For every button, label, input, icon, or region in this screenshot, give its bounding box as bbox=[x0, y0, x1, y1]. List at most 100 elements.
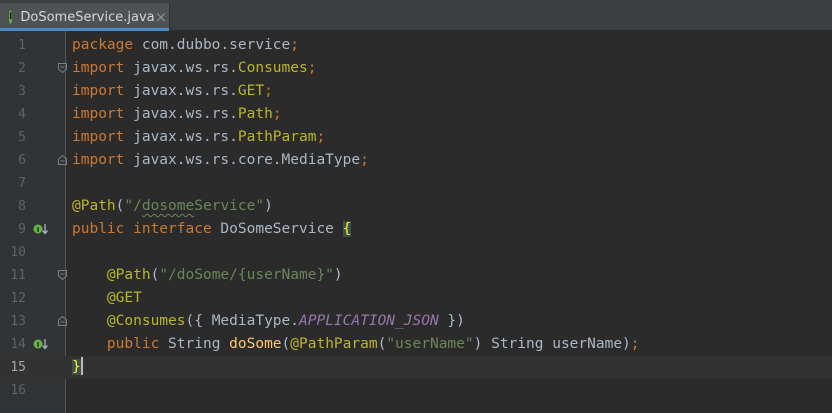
code-text[interactable]: @Path("/doSome/{userName}") bbox=[72, 264, 343, 287]
code-token: com.dubbo.service bbox=[133, 37, 291, 53]
code-line[interactable]: 12 @GET bbox=[0, 287, 832, 310]
line-number[interactable]: 1 bbox=[0, 34, 26, 57]
code-text[interactable]: public interface DoSomeService { bbox=[72, 218, 352, 241]
code-token: { bbox=[342, 221, 352, 237]
code-token: import bbox=[72, 129, 125, 145]
code-token: "/doSome/{userName}" bbox=[159, 267, 334, 283]
code-token: @PathParam bbox=[290, 336, 378, 352]
editor-tab-bar: I DoSomeService.java × bbox=[0, 0, 832, 31]
line-number[interactable]: 16 bbox=[0, 379, 26, 402]
code-text[interactable]: @GET bbox=[72, 287, 142, 310]
code-token: ; bbox=[307, 60, 317, 76]
line-number[interactable]: 12 bbox=[0, 287, 26, 310]
fold-toggle-icon[interactable] bbox=[58, 316, 67, 326]
code-line[interactable]: 13 @Consumes({ MediaType.APPLICATION_JSO… bbox=[0, 310, 832, 333]
fold-toggle-icon[interactable] bbox=[58, 155, 67, 165]
close-tab-icon[interactable]: × bbox=[155, 9, 168, 25]
code-token: import bbox=[72, 152, 125, 168]
line-number[interactable]: 3 bbox=[0, 80, 26, 103]
line-number[interactable]: 8 bbox=[0, 195, 26, 218]
code-token: ) bbox=[264, 198, 273, 214]
line-number[interactable]: 2 bbox=[0, 57, 26, 80]
code-line[interactable]: 3 import javax.ws.rs.GET; bbox=[0, 80, 832, 103]
code-token: ; bbox=[316, 129, 326, 145]
code-token: ; bbox=[290, 37, 299, 53]
code-text[interactable]: @Consumes({ MediaType.APPLICATION_JSON }… bbox=[72, 310, 465, 333]
code-token: package bbox=[72, 37, 134, 53]
code-line[interactable]: 11 @Path("/doSome/{userName}") bbox=[0, 264, 832, 287]
code-token: doSome bbox=[229, 336, 282, 352]
code-token: ) String userName) bbox=[473, 336, 631, 352]
fold-toggle-icon[interactable] bbox=[58, 63, 67, 73]
code-line[interactable]: 10 bbox=[0, 241, 832, 264]
line-number[interactable]: 11 bbox=[0, 264, 26, 287]
code-line[interactable]: 9 Ipublic interface DoSomeService { bbox=[0, 218, 832, 241]
code-token: ; bbox=[360, 152, 369, 168]
line-number[interactable]: 9 bbox=[0, 218, 26, 241]
code-token: DoSomeService bbox=[211, 221, 343, 237]
code-text[interactable]: import javax.ws.rs.PathParam; bbox=[72, 126, 325, 149]
code-text[interactable]: package com.dubbo.service; bbox=[72, 34, 299, 57]
code-token: Service" bbox=[194, 198, 265, 214]
code-text[interactable]: @Path("/dosomeService") bbox=[72, 195, 273, 218]
tab-label: DoSomeService.java bbox=[20, 9, 155, 25]
line-number[interactable]: 13 bbox=[0, 310, 26, 333]
code-token: String bbox=[159, 336, 230, 352]
svg-text:I: I bbox=[37, 341, 40, 349]
code-line[interactable]: 2 import javax.ws.rs.Consumes; bbox=[0, 57, 832, 80]
code-token: public interface bbox=[72, 221, 212, 237]
code-token: ; bbox=[630, 336, 640, 352]
line-number[interactable]: 6 bbox=[0, 149, 26, 172]
java-interface-icon: I bbox=[9, 10, 13, 24]
code-text[interactable]: import javax.ws.rs.GET; bbox=[72, 80, 273, 103]
code-token: @Consumes bbox=[106, 313, 186, 329]
code-token: ; bbox=[272, 106, 282, 122]
code-token: ) bbox=[333, 267, 343, 283]
code-token: }) bbox=[438, 313, 465, 329]
code-token: } bbox=[72, 359, 81, 375]
code-line[interactable]: 8 @Path("/dosomeService") bbox=[0, 195, 832, 218]
code-token: APPLICATION_JSON bbox=[299, 313, 439, 329]
code-token: javax.ws.rs.core.MediaType bbox=[124, 152, 361, 168]
code-token: "/ bbox=[124, 198, 142, 214]
code-token: javax.ws.rs. bbox=[124, 83, 238, 99]
code-token: ( bbox=[281, 336, 291, 352]
code-token: javax.ws.rs. bbox=[124, 60, 238, 76]
tab-dosomeservice-java[interactable]: I DoSomeService.java × bbox=[0, 3, 170, 31]
code-token: GET bbox=[237, 83, 265, 99]
code-text[interactable]: } bbox=[72, 356, 83, 379]
code-token: import bbox=[72, 83, 125, 99]
code-text[interactable]: import javax.ws.rs.Consumes; bbox=[72, 57, 316, 80]
implemented-icon[interactable]: I bbox=[33, 337, 49, 351]
code-text[interactable]: public String doSome(@PathParam("userNam… bbox=[72, 333, 640, 356]
line-number[interactable]: 14 bbox=[0, 333, 26, 356]
line-number[interactable]: 10 bbox=[0, 241, 26, 264]
code-token: @Path bbox=[72, 198, 116, 214]
line-number[interactable]: 4 bbox=[0, 103, 26, 126]
code-line[interactable]: 15} bbox=[0, 356, 832, 379]
text-caret bbox=[80, 357, 83, 375]
code-line[interactable]: 6 import javax.ws.rs.core.MediaType; bbox=[0, 149, 832, 172]
code-line[interactable]: 4 import javax.ws.rs.Path; bbox=[0, 103, 832, 126]
code-line[interactable]: 5 import javax.ws.rs.PathParam; bbox=[0, 126, 832, 149]
line-number[interactable]: 7 bbox=[0, 172, 26, 195]
code-text[interactable]: import javax.ws.rs.Path; bbox=[72, 103, 282, 126]
code-token: import bbox=[72, 60, 125, 76]
code-token: Consumes bbox=[237, 60, 308, 76]
code-line[interactable]: 16 bbox=[0, 379, 832, 402]
code-token: javax.ws.rs. bbox=[124, 106, 238, 122]
line-number[interactable]: 5 bbox=[0, 126, 26, 149]
fold-toggle-icon[interactable] bbox=[58, 270, 67, 280]
code-line[interactable]: 1 package com.dubbo.service; bbox=[0, 34, 832, 57]
code-token: @Path bbox=[106, 267, 151, 283]
line-number[interactable]: 15 bbox=[0, 356, 26, 379]
code-text[interactable]: import javax.ws.rs.core.MediaType; bbox=[72, 149, 369, 172]
implemented-icon[interactable]: I bbox=[33, 222, 49, 236]
code-line[interactable]: 14 I public String doSome(@PathParam("use… bbox=[0, 333, 832, 356]
code-editor[interactable]: 1 package com.dubbo.service; 2 import javax… bbox=[0, 31, 832, 413]
code-line[interactable]: 7 bbox=[0, 172, 832, 195]
